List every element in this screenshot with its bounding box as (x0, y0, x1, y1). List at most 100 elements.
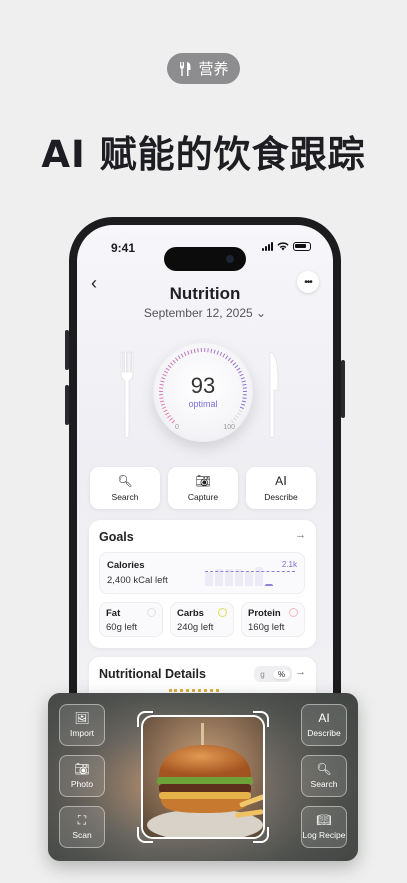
carbs-tile[interactable]: Carbs 240g left (170, 602, 234, 637)
phone-frame: 9:41 ‹ ••• Nutrition September 12, 2025 … (69, 217, 341, 745)
gauge-tick (163, 409, 168, 413)
log-recipe-label: Log Recipe (302, 830, 346, 840)
scan-icon: ⛶ (77, 813, 87, 827)
unit-grams[interactable]: g (254, 670, 271, 679)
arrow-right-icon[interactable]: → (295, 666, 306, 678)
capture-action-label: Capture (187, 492, 219, 502)
date-label: September 12, 2025 (143, 306, 253, 320)
import-label: Import (69, 728, 95, 738)
gauge-tick (232, 362, 237, 366)
score-status: optimal (188, 399, 218, 409)
gauge-tick (193, 348, 196, 353)
camera-icon: 📷︎ (195, 474, 211, 488)
describe-label: Describe (307, 728, 341, 738)
carbs-label: Carbs (177, 608, 204, 619)
gauge-tick (222, 353, 226, 358)
fork-icon (120, 351, 134, 438)
gauge-tick (187, 350, 190, 355)
gauge-tick (190, 349, 193, 354)
fat-tile[interactable]: Fat 60g left (99, 602, 163, 637)
calories-tile[interactable]: Calories 2,400 kCal left 2.1k (99, 552, 305, 594)
score-dial: 93 optimal 0 100 (153, 342, 253, 442)
capture-panel: 🖼︎ Import 📷︎ Photo ⛶ Scan AI Describe 🔍︎… (48, 693, 358, 861)
search-button[interactable]: 🔍︎ Search (301, 755, 347, 797)
search-action-label: Search (111, 492, 139, 502)
describe-action-label: Describe (264, 492, 298, 502)
fork-knife-icon (180, 61, 191, 76)
scan-button[interactable]: ⛶ Scan (59, 806, 105, 848)
badge-label: 营养 (198, 61, 229, 78)
details-title: Nutritional Details (99, 667, 206, 681)
phone-power-button (341, 360, 345, 418)
battery-icon (293, 242, 311, 251)
photo-button[interactable]: 📷︎ Photo (59, 755, 105, 797)
capture-action-button[interactable]: 📷︎ Capture (168, 467, 238, 509)
food-photo (141, 715, 265, 839)
text-cursor-icon: AI (275, 473, 287, 489)
image-plus-icon: 🖼︎ (74, 711, 90, 725)
goals-title: Goals (99, 530, 134, 544)
photo-label: Photo (70, 779, 94, 789)
gauge-tick (165, 412, 170, 416)
status-time: 9:41 (111, 241, 136, 255)
unit-percent[interactable]: % (273, 669, 290, 679)
headline: AI 赋能的饮食跟踪 (41, 133, 366, 176)
fat-label: Fat (106, 608, 121, 619)
frame-corner (137, 827, 153, 843)
score-max: 100 (223, 424, 235, 431)
recipe-book-icon: 📖︎ (316, 813, 332, 827)
details-indicator (169, 689, 219, 692)
protein-progress-ring (289, 608, 298, 617)
knife-icon (269, 351, 279, 438)
gauge-tick (165, 367, 170, 371)
search-action-button[interactable]: 🔍︎ Search (90, 467, 160, 509)
arrow-right-icon[interactable]: → (295, 529, 306, 541)
fat-value: 60g left (106, 622, 138, 633)
search-label: Search (310, 779, 338, 789)
describe-button[interactable]: AI Describe (301, 704, 347, 746)
gauge-tick (230, 359, 234, 364)
gauge-tick (167, 364, 172, 369)
gauge-tick (172, 359, 176, 364)
import-button[interactable]: 🖼︎ Import (59, 704, 105, 746)
calories-target-line (205, 571, 295, 572)
gauge-tick (216, 350, 219, 355)
carbs-progress-ring (218, 608, 227, 617)
gauge-tick (227, 357, 232, 362)
gauge-tick (236, 367, 241, 371)
gauge-tick (219, 351, 223, 357)
camera-icon: 📷︎ (74, 762, 90, 776)
wifi-icon (277, 242, 289, 251)
frame-corner (137, 711, 153, 727)
calories-label: Calories (107, 560, 145, 571)
burger-image (143, 717, 263, 837)
gauge-tick (169, 417, 173, 421)
phone-screen: 9:41 ‹ ••• Nutrition September 12, 2025 … (77, 225, 333, 745)
search-icon: 🔍︎ (117, 474, 133, 488)
chevron-down-icon: ⌄ (256, 306, 267, 320)
gauge-tick (180, 353, 184, 358)
gauge-tick (230, 419, 235, 424)
status-bar: 9:41 (77, 239, 333, 271)
log-recipe-button[interactable]: 📖︎ Log Recipe (301, 806, 347, 848)
category-badge: 营养 (167, 53, 240, 84)
gauge-tick (210, 348, 213, 353)
search-icon: 🔍︎ (316, 762, 332, 776)
describe-action-button[interactable]: AI Describe (246, 467, 316, 509)
carbs-value: 240g left (177, 622, 214, 633)
gauge-tick (169, 362, 174, 366)
scan-label: Scan (72, 830, 92, 840)
gauge-tick (225, 355, 229, 360)
gauge-tick (174, 357, 179, 362)
protein-tile[interactable]: Protein 160g left (241, 602, 305, 637)
protein-label: Protein (248, 608, 281, 619)
frame-corner (253, 711, 269, 727)
unit-toggle[interactable]: g % (254, 666, 292, 682)
page-title: Nutrition (169, 284, 241, 303)
goals-card[interactable]: Goals → Calories 2,400 kCal left 2.1k Fa… (89, 520, 316, 648)
frame-corner (253, 827, 269, 843)
gauge-tick (236, 412, 241, 416)
gauge-tick (167, 415, 171, 419)
date-picker[interactable]: September 12, 2025 ⌄ (77, 306, 333, 320)
protein-value: 160g left (248, 622, 285, 633)
